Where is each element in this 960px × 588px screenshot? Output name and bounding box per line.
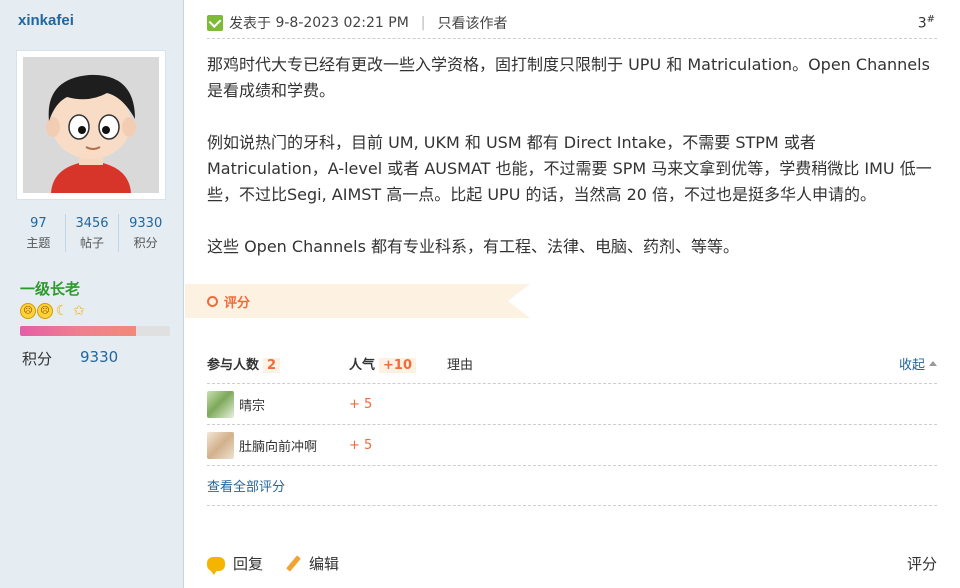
reply-button[interactable]: 回复 <box>233 553 263 574</box>
floor-value: 3 <box>917 15 927 32</box>
rating-banner-label: 评分 <box>224 296 251 311</box>
smiley-icon: ☹ <box>37 303 53 319</box>
reason-header: 理由 <box>447 358 474 373</box>
stat-posts-value: 3456 <box>75 216 109 231</box>
rating-banner: 评分 <box>185 284 530 318</box>
rater-avatar[interactable] <box>207 390 234 418</box>
rater-name[interactable]: 晴宗 <box>239 395 265 414</box>
floor-number[interactable]: 3# <box>918 14 935 32</box>
rank-medals: ☹ ☹ ☾ ✩ <box>20 303 87 319</box>
rater-avatar[interactable] <box>207 431 234 459</box>
post-main: 发表于 9-8-2023 02:21 PM | 只看该作者 3# 那鸡时代大专已… <box>185 0 960 588</box>
stat-posts-label: 帖子 <box>80 236 105 250</box>
stat-posts[interactable]: 3456 帖子 <box>64 214 119 252</box>
rating-table: 参与人数 2 人气 +10 理由 收起 晴宗 + 5 肚腩向前冲啊 + 5 查看全部… <box>207 344 937 506</box>
collapse-button[interactable]: 收起 <box>899 354 937 373</box>
stat-credits-label: 积分 <box>133 236 158 250</box>
posted-time: 9-8-2023 02:21 PM <box>275 15 409 31</box>
edit-button[interactable]: 编辑 <box>309 553 339 574</box>
chevron-up-icon <box>929 361 937 366</box>
rater-score: + 5 <box>349 437 373 453</box>
rating-row: 肚腩向前冲啊 + 5 <box>207 425 937 466</box>
author-only-link[interactable]: 只看该作者 <box>438 13 508 33</box>
post-paragraph: 那鸡时代大专已经有更改一些入学资格，固打制度只限制于 UPU 和 Matricu… <box>207 55 930 100</box>
stat-threads-value: 97 <box>30 216 47 231</box>
rater-score: + 5 <box>349 396 373 412</box>
stat-threads-label: 主题 <box>26 236 51 250</box>
header-divider-line <box>207 38 937 39</box>
rating-row: 晴宗 + 5 <box>207 384 937 425</box>
post-actions: 回复 编辑 评分 <box>207 553 937 575</box>
rater-user[interactable]: 晴宗 <box>207 390 349 418</box>
user-rank[interactable]: 一级长老 <box>20 278 80 299</box>
rank-progress-bar <box>20 326 170 336</box>
header-divider: | <box>420 15 426 31</box>
rater-user[interactable]: 肚腩向前冲啊 <box>207 431 349 459</box>
rate-button[interactable]: 评分 <box>907 553 937 574</box>
star-icon: ✩ <box>73 303 85 319</box>
reply-icon[interactable] <box>207 556 225 575</box>
popularity-value: +10 <box>379 358 416 373</box>
points-value: 9330 <box>80 348 119 366</box>
stat-threads[interactable]: 97 主题 <box>12 214 65 252</box>
collapse-label: 收起 <box>898 358 925 373</box>
stat-credits-value: 9330 <box>129 216 163 231</box>
points-row: 积分 9330 <box>22 348 118 369</box>
post-paragraph: 这些 Open Channels 都有专业科系，有工程、法律、电脑、药剂、等等。 <box>207 237 740 256</box>
username-link[interactable]: xinkafei <box>18 12 74 29</box>
smiley-icon: ☹ <box>20 303 36 319</box>
moon-icon: ☾ <box>55 303 69 319</box>
participants-count: 2 <box>263 358 281 373</box>
edit-icon[interactable] <box>285 556 301 572</box>
avatar-image <box>23 57 159 193</box>
stat-credits[interactable]: 9330 积分 <box>118 214 172 252</box>
floor-mark: # <box>926 14 935 26</box>
user-stats: 97 主题 3456 帖子 9330 积分 <box>12 214 172 252</box>
posted-prefix: 发表于 <box>229 16 271 32</box>
points-label: 积分 <box>22 350 53 368</box>
view-all-ratings-link[interactable]: 查看全部评分 <box>207 466 937 506</box>
rater-name[interactable]: 肚腩向前冲啊 <box>239 436 317 455</box>
avatar[interactable] <box>16 50 166 200</box>
post-header: 发表于 9-8-2023 02:21 PM | 只看该作者 3# <box>207 11 935 35</box>
post-content: 那鸡时代大专已经有更改一些入学资格，固打制度只限制于 UPU 和 Matricu… <box>207 52 937 286</box>
popularity-label: 人气 <box>349 358 376 373</box>
participants-label: 参与人数 <box>207 358 260 373</box>
rating-table-header: 参与人数 2 人气 +10 理由 收起 <box>207 344 937 384</box>
online-status-icon <box>207 15 223 31</box>
user-sidebar: xinkafei 97 主题 3456 帖子 9330 积分 一级长老 ☹ ☹ … <box>0 0 184 588</box>
popularity-header: 人气 +10 <box>349 354 447 373</box>
participants-header: 参与人数 2 <box>207 354 349 373</box>
rating-circle-icon <box>207 296 218 307</box>
rank-progress-fill <box>20 326 136 336</box>
post-paragraph: 例如说热门的牙科，目前 UM, UKM 和 USM 都有 Direct Inta… <box>207 133 932 204</box>
